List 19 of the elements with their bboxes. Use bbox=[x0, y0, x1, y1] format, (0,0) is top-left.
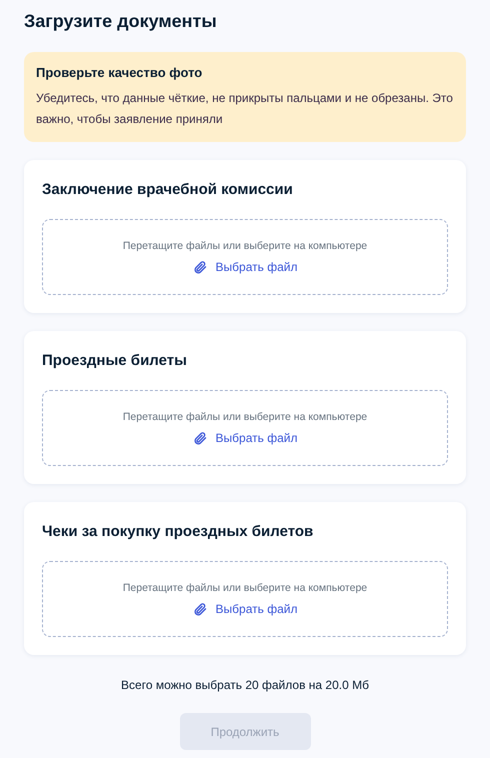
limit-text: Всего можно выбрать 20 файлов на 20.0 Мб bbox=[120, 677, 370, 693]
drop-hint: Перетащите файлы или выберите на компьютере bbox=[122, 581, 368, 595]
notice-text: Убедитесь, что данные чёткие, не прикрыты пальцами и не обрезаны. Это важно, чтобы заявление приняли bbox=[36, 90, 454, 128]
notice-title: Проверьте качество фото bbox=[36, 64, 204, 82]
choose-file-link[interactable]: Выбрать файл bbox=[192, 259, 298, 275]
paperclip-icon bbox=[192, 260, 208, 274]
drop-zone[interactable]: Перетащите файлы или выберите на компьютере Выбрать файл bbox=[42, 390, 448, 466]
card-title: Чеки за покупку проездных билетов bbox=[42, 522, 314, 542]
card-title: Проездные билеты bbox=[42, 351, 188, 371]
drop-hint: Перетащите файлы или выберите на компьютере bbox=[122, 239, 368, 253]
page-title: Загрузите документы bbox=[24, 10, 218, 33]
drop-hint: Перетащите файлы или выберите на компьютере bbox=[122, 410, 368, 424]
choose-file-link[interactable]: Выбрать файл bbox=[192, 601, 298, 617]
paperclip-icon bbox=[192, 602, 208, 616]
drop-zone[interactable]: Перетащите файлы или выберите на компьютере Выбрать файл bbox=[42, 561, 448, 637]
drop-zone[interactable]: Перетащите файлы или выберите на компьютере Выбрать файл bbox=[42, 219, 448, 295]
card-title: Заключение врачебной комиссии bbox=[42, 180, 294, 200]
paperclip-icon bbox=[192, 430, 208, 446]
choose-file-link[interactable]: Выбрать файл bbox=[192, 430, 298, 446]
